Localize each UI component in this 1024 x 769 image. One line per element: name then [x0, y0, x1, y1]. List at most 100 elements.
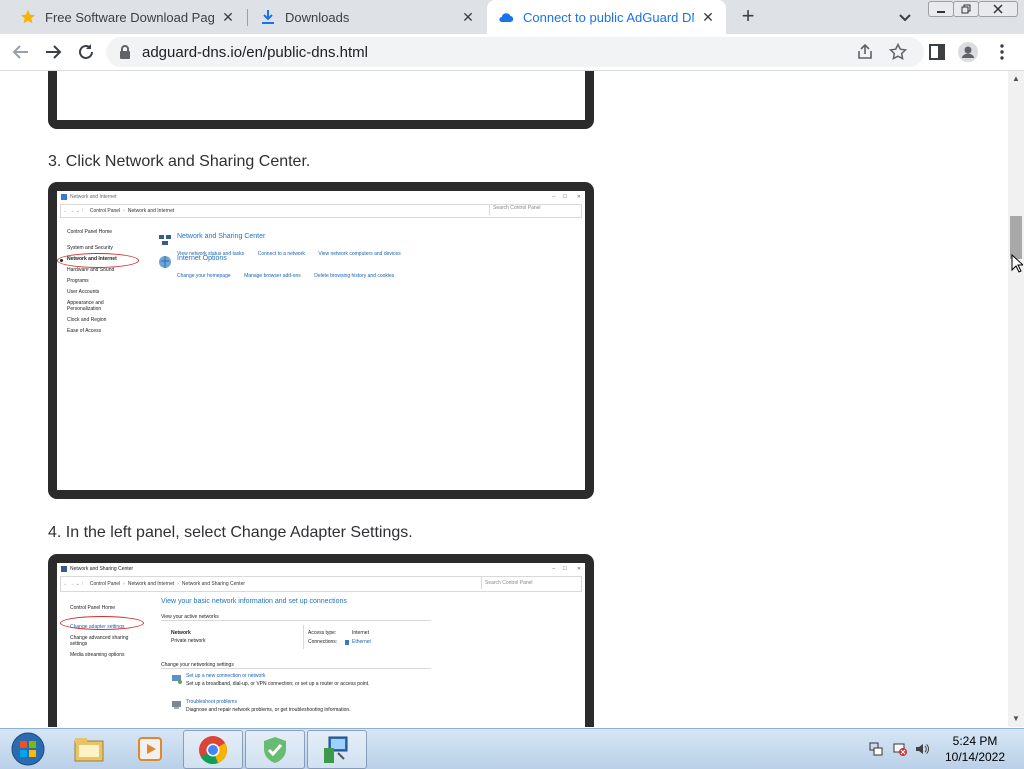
action-center-icon[interactable]	[868, 741, 884, 757]
mini-heading: View your basic network information and …	[161, 598, 347, 605]
scroll-down-arrow-icon[interactable]: ▼	[1012, 715, 1020, 723]
mini-minimize-icon: –	[552, 566, 555, 572]
mini-sidebar-item: System and Security	[67, 245, 113, 251]
share-icon[interactable]	[856, 43, 874, 61]
side-panel-icon	[929, 44, 945, 60]
mini-sidebar: Control Panel Home System and Security N…	[67, 229, 147, 334]
mini-task-title: Troubleshoot problems	[186, 699, 237, 705]
tab-adguard[interactable]: Connect to public AdGuard DNS ✕	[487, 0, 726, 34]
mini-network-type: Private network	[171, 638, 206, 644]
mini-window-title: Network and Internet	[70, 194, 117, 200]
reload-icon	[79, 44, 93, 59]
lock-icon[interactable]	[118, 44, 132, 60]
highlight-ellipse	[60, 616, 144, 630]
more-vert-icon	[1000, 44, 1004, 60]
tab-free-software[interactable]: Free Software Download Page - S ✕	[0, 0, 246, 34]
mini-minimize-icon: –	[552, 194, 555, 200]
tab-downloads[interactable]: Downloads ✕	[240, 0, 486, 34]
start-button[interactable]	[2, 730, 54, 767]
page-viewport: 3. Click Network and Sharing Center. Net…	[0, 71, 1008, 727]
side-panel-button[interactable]	[927, 42, 947, 62]
mini-nav-arrows-icon: ← → ⌄ ↑	[63, 208, 84, 214]
cloud-icon	[499, 13, 514, 23]
restore-icon	[961, 4, 971, 14]
screenshot-network-internet: Network and Internet – ☐ ✕ ← → ⌄ ↑ Contr…	[48, 182, 594, 499]
taskbar-explorer[interactable]	[60, 730, 118, 767]
scrollbar-thumb[interactable]	[1010, 216, 1022, 259]
ethernet-icon	[345, 640, 349, 645]
mini-nav-arrows-icon: ← → ⌄ ↑	[63, 581, 84, 587]
mini-sidebar-item: Appearance and Personalization	[67, 300, 104, 312]
menu-button[interactable]	[992, 42, 1012, 62]
close-tab-icon[interactable]: ✕	[220, 9, 236, 26]
star-icon	[20, 10, 36, 24]
chevron-right-icon: ›	[177, 581, 179, 587]
clock-date: 10/14/2022	[944, 750, 1006, 764]
globe-icon	[159, 256, 171, 268]
tab-label: Downloads	[285, 9, 350, 25]
chrome-icon	[199, 735, 227, 764]
tab-label: Free Software Download Page - S	[45, 9, 214, 25]
network-error-icon[interactable]	[892, 741, 908, 757]
mini-sidebar-item: Ease of Access	[67, 328, 102, 334]
mini-sidebar-item: User Accounts	[67, 289, 100, 295]
tab-strip: Free Software Download Page - S ✕ Downlo…	[0, 0, 1024, 34]
profile-button[interactable]	[958, 42, 978, 62]
forward-arrow-icon	[46, 45, 62, 59]
mouse-cursor-icon	[1011, 254, 1023, 273]
mini-link: Connect to a network	[257, 251, 305, 257]
mini-sidebar-item: Hardware and Sound	[67, 267, 115, 273]
mini-search-box: Search Control Panel	[481, 577, 585, 589]
mini-task-desc: Set up a broadband, dial-up, or VPN conn…	[186, 681, 370, 687]
close-window-button[interactable]	[978, 1, 1018, 17]
step-3-text: 3. Click Network and Sharing Center.	[48, 153, 311, 170]
mini-close-icon: ✕	[576, 566, 581, 572]
back-arrow-icon	[12, 45, 28, 59]
mini-address-bar: ← → ⌄ ↑ Control Panel › Network and Inte…	[60, 204, 582, 218]
troubleshoot-icon	[172, 701, 181, 709]
system-clock[interactable]: 5:24 PM 10/14/2022	[940, 733, 1010, 765]
mini-address-bar: ← → ⌄ ↑ Control Panel › Network and Inte…	[60, 576, 582, 592]
mini-task-desc: Diagnose and repair network problems, or…	[186, 707, 351, 713]
minimize-icon	[937, 11, 945, 13]
address-bar[interactable]: adguard-dns.io/en/public-dns.html	[106, 37, 924, 67]
mini-breadcrumb-3: Network and Sharing Center	[181, 581, 246, 587]
mini-connections-value: Ethernet	[352, 639, 371, 645]
mini-search-box: Search Control Panel	[489, 205, 585, 215]
download-icon	[262, 10, 274, 24]
close-tab-icon[interactable]: ✕	[700, 9, 716, 26]
adguard-icon	[264, 736, 286, 763]
back-button[interactable]	[11, 42, 31, 62]
mini-section-heading: Network and Sharing Center	[177, 233, 266, 240]
close-icon	[993, 4, 1003, 14]
restore-button[interactable]	[953, 1, 979, 17]
mini-access-type-label: Access type:	[308, 630, 337, 636]
mini-maximize-icon: ☐	[562, 194, 567, 200]
mini-close-icon: ✕	[576, 194, 581, 200]
tab-label: Connect to public AdGuard DNS	[523, 9, 694, 25]
close-tab-icon[interactable]: ✕	[460, 9, 476, 26]
tab-search-icon[interactable]	[896, 8, 914, 26]
browser-toolbar: adguard-dns.io/en/public-dns.html	[0, 34, 1024, 71]
chevron-right-icon: ›	[123, 208, 125, 214]
divider	[303, 625, 304, 649]
network-setup-icon	[324, 736, 348, 763]
volume-icon[interactable]	[914, 741, 930, 757]
taskbar-network-setup[interactable]	[307, 730, 367, 769]
taskbar-media-player[interactable]	[121, 730, 179, 767]
taskbar-chrome[interactable]	[183, 730, 243, 769]
screenshot-network-internet-content: Network and Internet – ☐ ✕ ← → ⌄ ↑ Contr…	[57, 191, 585, 490]
new-tab-button[interactable]: +	[737, 5, 759, 28]
mini-breadcrumb-2: Network and Internet	[127, 208, 175, 214]
reload-button[interactable]	[76, 42, 96, 62]
taskbar-adguard[interactable]	[245, 730, 305, 769]
minimize-button[interactable]	[928, 1, 954, 17]
mini-sidebar: Control Panel Home Change adapter settin…	[70, 605, 148, 658]
forward-button[interactable]	[43, 42, 63, 62]
screenshot-sharing-center-content: Network and Sharing Center – ☐ ✕ ← → ⌄ ↑…	[57, 563, 585, 727]
screenshot-sharing-center: Network and Sharing Center – ☐ ✕ ← → ⌄ ↑…	[48, 554, 594, 727]
bookmark-star-icon[interactable]	[889, 43, 907, 61]
mini-access-type-value: Internet	[352, 630, 369, 636]
scroll-up-arrow-icon[interactable]: ▲	[1012, 75, 1020, 83]
page-scrollbar[interactable]: ▲ ▼	[1008, 71, 1024, 727]
